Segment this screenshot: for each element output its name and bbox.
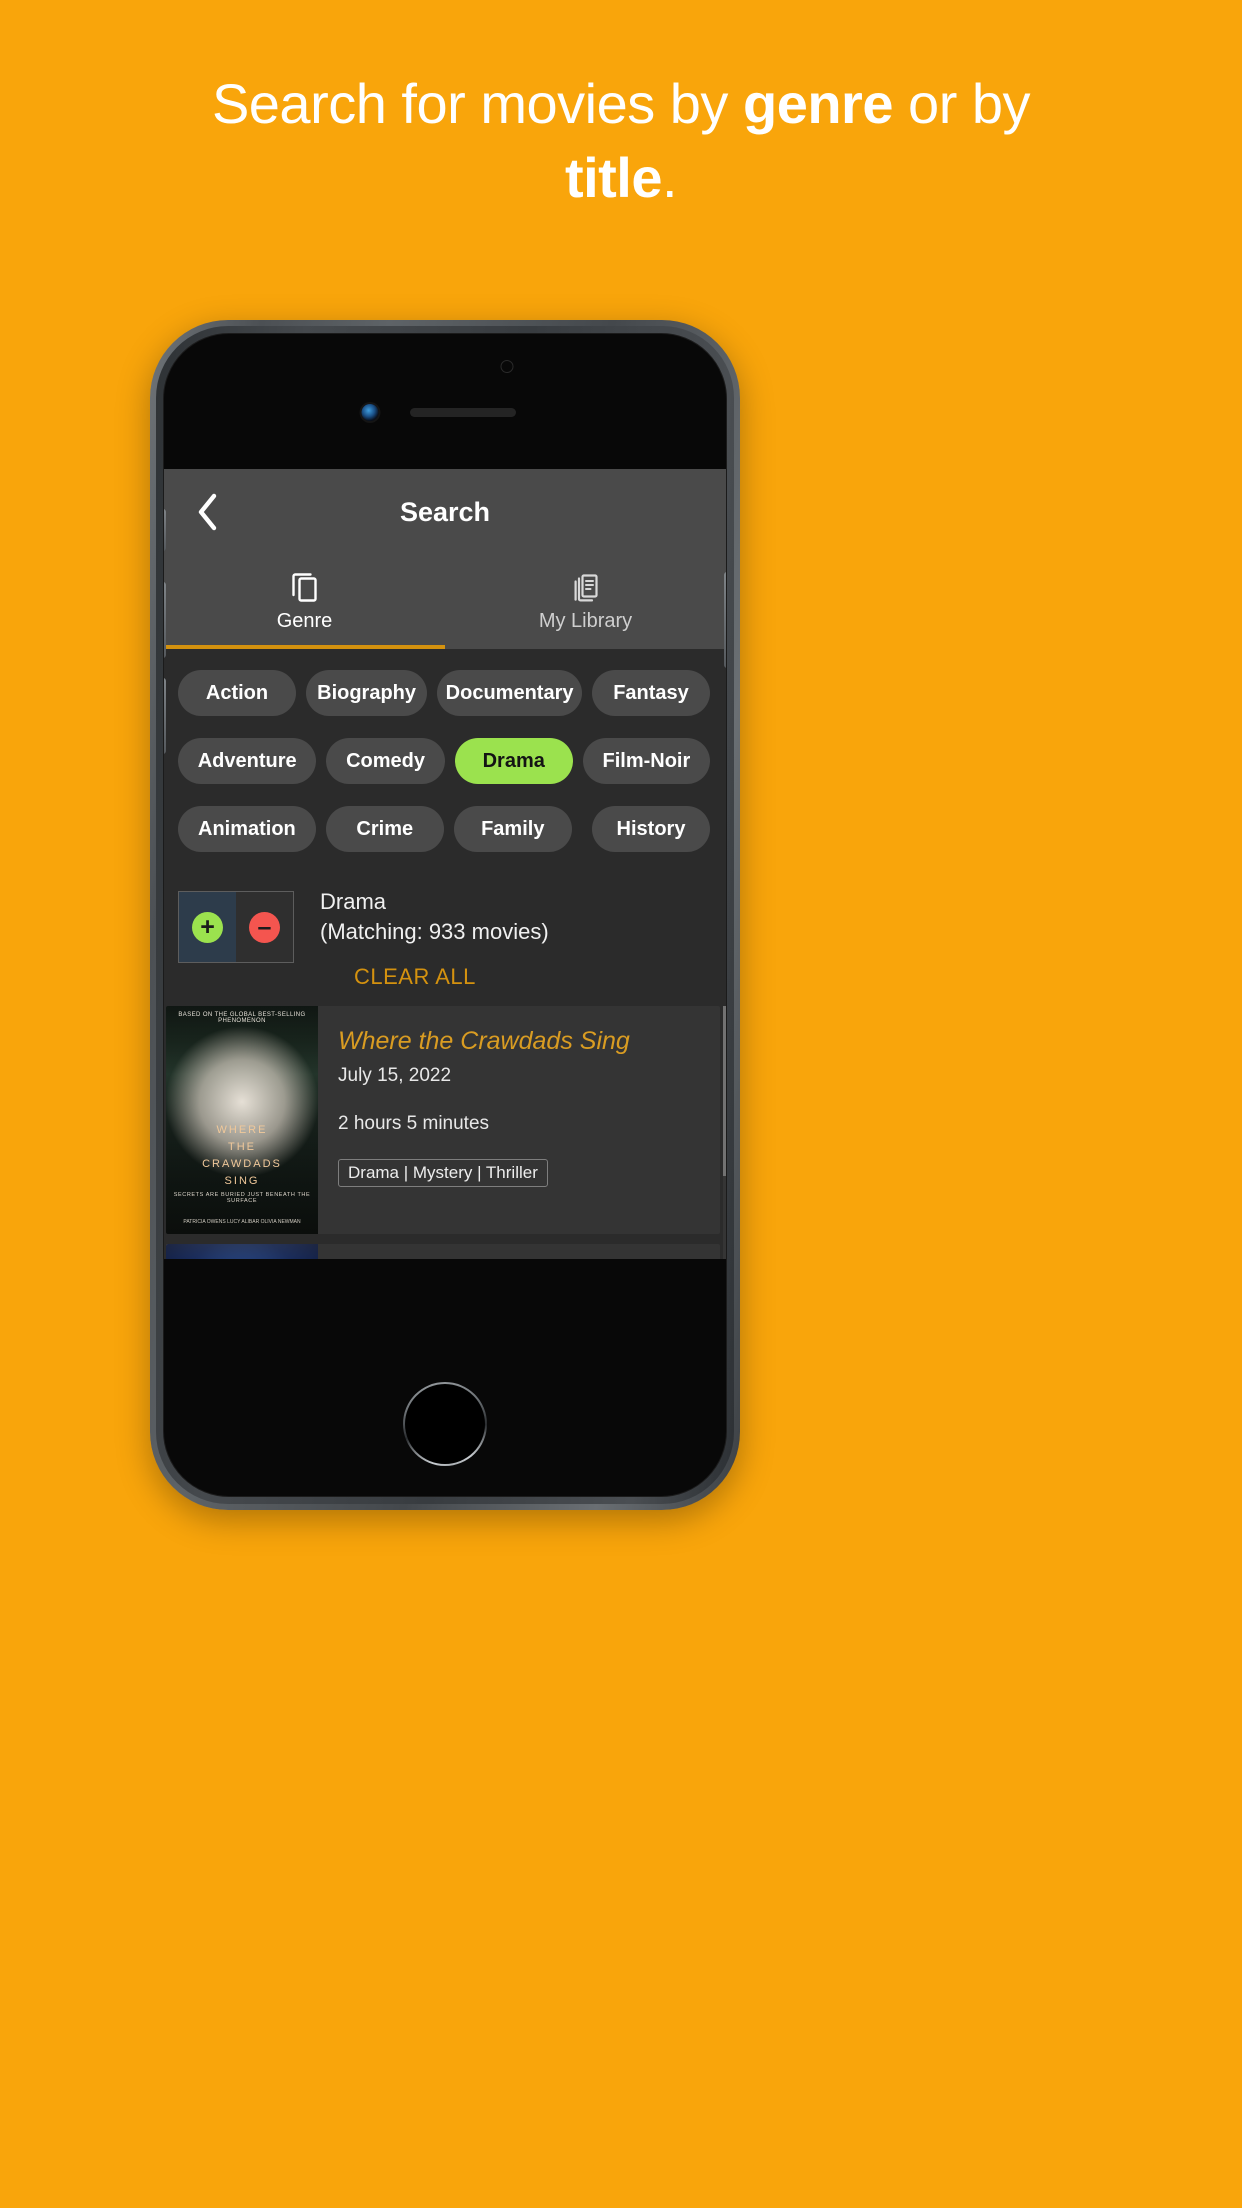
phone-volume-down-button[interactable]	[164, 678, 166, 754]
poster-tagline-top: BASED ON THE GLOBAL BEST-SELLING PHENOME…	[178, 1012, 306, 1025]
genre-chip-animation[interactable]: Animation	[178, 806, 316, 852]
phone-power-button[interactable]	[724, 572, 726, 668]
promo-text-bold-title: title	[564, 146, 663, 209]
genre-chip-grid: Action Biography Documentary Fantasy Adv…	[164, 649, 726, 879]
genre-chip-row: Adventure Comedy Drama Film-Noir	[164, 733, 726, 789]
tab-genre-label: Genre	[276, 610, 333, 632]
poster-credits: PATRICIA OWENS LUCY ALIBAR OLIVIA NEWMAN	[183, 1218, 301, 1225]
app-header: Search	[164, 469, 726, 555]
movie-info: Where the Crawdads Sing July 15, 2022 2 …	[318, 1006, 720, 1234]
matching-count-label: (Matching: 933 movies)	[320, 918, 549, 944]
chevron-left-icon	[194, 492, 220, 532]
tab-genre[interactable]: Genre	[164, 555, 445, 649]
genre-chip-comedy[interactable]: Comedy	[326, 738, 445, 784]
selection-summary: + – Drama (Matching: 933 movies) CLEAR A…	[164, 879, 726, 1007]
genre-chip-film-noir[interactable]: Film-Noir	[582, 738, 710, 784]
promo-headline-line-2: title.	[0, 150, 1242, 206]
match-summary-text: Drama (Matching: 933 movies) CLEAR ALL	[320, 885, 549, 992]
movie-poster: AUSTIN BUTLER TOM HANKS ELVIS BAZ LUHRMA…	[166, 1244, 318, 1259]
promo-page: Search for movies by genre or by title.	[0, 0, 1242, 2208]
genre-chip-row: Animation Crime Family History	[164, 801, 726, 857]
genre-chip-documentary[interactable]: Documentary	[437, 670, 582, 716]
poster-tagline-bottom: SECRETS ARE BURIED JUST BENEATH THE SURF…	[173, 1192, 311, 1205]
movie-title: Where the Crawdads Sing	[338, 1027, 630, 1056]
promo-headline: Search for movies by genre or by title.	[0, 76, 1242, 206]
phone-home-button[interactable]	[403, 1382, 487, 1466]
tab-bar: Genre My Library	[164, 555, 726, 649]
genre-chip-adventure[interactable]: Adventure	[178, 738, 317, 784]
app-screen: Search Genre My Library Action Biography…	[164, 469, 726, 1259]
clear-all-button[interactable]: CLEAR ALL	[354, 962, 476, 992]
earpiece-speaker	[410, 408, 516, 417]
copy-pages-icon	[290, 571, 320, 603]
movie-runtime: 2 hours 5 minutes	[338, 1112, 490, 1134]
movie-card[interactable]: AUSTIN BUTLER TOM HANKS ELVIS BAZ LUHRMA…	[166, 1244, 720, 1259]
genre-chip-drama[interactable]: Drama	[454, 738, 573, 784]
list-scrollbar-thumb[interactable]	[723, 1006, 726, 1177]
genre-chip-family[interactable]: Family	[453, 806, 572, 852]
phone-device: Search Genre My Library Action Biography…	[150, 320, 740, 1510]
promo-text-period: .	[662, 146, 678, 209]
phone-volume-up-button[interactable]	[164, 582, 166, 658]
include-exclude-control: + –	[178, 891, 294, 963]
proximity-sensor-icon	[500, 360, 514, 373]
genre-chip-history[interactable]: History	[592, 806, 710, 852]
plus-icon: +	[192, 911, 223, 943]
phone-mute-switch[interactable]	[164, 509, 166, 551]
genre-chip-row: Action Biography Documentary Fantasy	[164, 665, 726, 721]
promo-text-suffix: or by	[892, 72, 1031, 135]
minus-icon: –	[249, 911, 280, 943]
list-scrollbar[interactable]	[723, 1006, 726, 1259]
phone-bezel: Search Genre My Library Action Biography…	[163, 333, 727, 1497]
movie-results-list[interactable]: BASED ON THE GLOBAL BEST-SELLING PHENOME…	[164, 1006, 726, 1259]
genre-chip-biography[interactable]: Biography	[306, 670, 428, 716]
library-document-icon	[571, 571, 601, 603]
genre-chip-fantasy[interactable]: Fantasy	[592, 670, 710, 716]
back-button[interactable]	[180, 485, 234, 539]
movie-info: Elvis June 24, 2022 2 hours 39 minutes B…	[318, 1244, 720, 1259]
genre-chip-action[interactable]: Action	[178, 670, 296, 716]
movie-genres-badge: Drama | Mystery | Thriller	[338, 1158, 548, 1187]
page-title: Search	[399, 496, 491, 527]
remove-genre-button[interactable]: –	[236, 892, 293, 962]
movie-release-date: July 15, 2022	[338, 1064, 452, 1086]
promo-headline-line-1: Search for movies by genre or by	[0, 76, 1242, 132]
poster-title-text: WHERE THE CRAWDADS SING	[202, 1123, 282, 1188]
movie-card[interactable]: BASED ON THE GLOBAL BEST-SELLING PHENOME…	[166, 1006, 720, 1235]
front-camera-icon	[361, 404, 379, 421]
selected-genre-label: Drama	[320, 889, 387, 914]
promo-text-bold-genre: genre	[742, 72, 894, 135]
movie-poster: BASED ON THE GLOBAL BEST-SELLING PHENOME…	[166, 1006, 318, 1235]
tab-my-library-label: My Library	[538, 610, 633, 632]
add-genre-button[interactable]: +	[179, 892, 236, 962]
tab-my-library[interactable]: My Library	[445, 555, 726, 649]
genre-chip-crime[interactable]: Crime	[325, 806, 444, 852]
phone-device-inner: Search Genre My Library Action Biography…	[156, 326, 734, 1504]
promo-text-prefix: Search for movies by	[211, 72, 743, 135]
